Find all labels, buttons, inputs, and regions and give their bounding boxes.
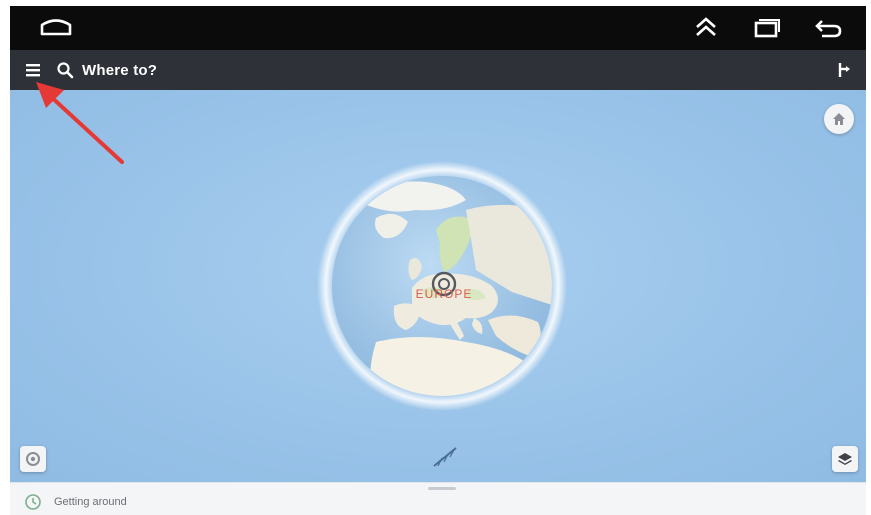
hamburger-menu-icon[interactable] bbox=[22, 58, 46, 82]
back-icon[interactable] bbox=[810, 12, 846, 44]
device-screen: Where to? EUROPE Getting around bbox=[10, 6, 866, 515]
map-view[interactable]: EUROPE bbox=[10, 90, 866, 482]
route-icon[interactable] bbox=[834, 60, 854, 80]
search-icon bbox=[56, 61, 74, 79]
globe[interactable]: EUROPE bbox=[316, 160, 568, 412]
map-scale-icon bbox=[430, 444, 460, 470]
globe-region-label: EUROPE bbox=[416, 287, 473, 301]
layers-icon[interactable] bbox=[832, 446, 858, 472]
search-bar[interactable]: Where to? bbox=[56, 54, 756, 86]
home-icon[interactable] bbox=[824, 104, 854, 134]
compass-icon[interactable] bbox=[20, 446, 46, 472]
search-placeholder: Where to? bbox=[82, 61, 158, 79]
sheet-drag-handle[interactable] bbox=[428, 487, 456, 490]
app-bar: Where to? bbox=[10, 50, 866, 90]
system-bar bbox=[10, 6, 866, 50]
bottom-sheet[interactable]: Getting around bbox=[10, 482, 866, 515]
clock-icon bbox=[24, 493, 42, 511]
getting-around-label: Getting around bbox=[54, 496, 127, 508]
chevron-up-icon[interactable] bbox=[688, 12, 724, 44]
getting-around-row[interactable]: Getting around bbox=[24, 493, 127, 511]
recents-icon[interactable] bbox=[748, 12, 784, 44]
system-home-icon[interactable] bbox=[36, 12, 76, 44]
